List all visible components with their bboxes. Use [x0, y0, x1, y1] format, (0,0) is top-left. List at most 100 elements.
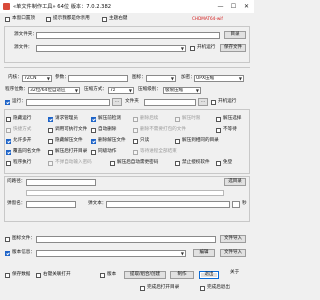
option-checkbox[interactable] — [216, 128, 221, 133]
option-label: 删除不需要打包的文件 — [140, 127, 186, 132]
version-info-checkbox[interactable] — [5, 251, 10, 256]
option-checkbox[interactable] — [48, 117, 53, 122]
source-file-label: 源文件： — [14, 45, 33, 50]
path-input[interactable] — [26, 179, 96, 186]
prompt-label: 提示我都是你亲用 — [53, 16, 90, 21]
maximize-icon[interactable]: ☐ — [229, 2, 238, 11]
browse-button[interactable]: 目录 — [224, 31, 246, 39]
option-checkbox[interactable] — [6, 139, 11, 144]
option-label: 免登 — [223, 160, 233, 165]
option-label: 禁止授权软件 — [182, 160, 210, 165]
option-label: 隐藏运行 — [13, 116, 32, 121]
option-checkbox[interactable] — [175, 117, 180, 122]
option-checkbox[interactable] — [175, 161, 180, 166]
icon-file-button[interactable]: 文件导入 — [220, 235, 246, 243]
open-after-checkbox[interactable] — [140, 286, 145, 291]
option-checkbox[interactable] — [216, 117, 221, 122]
option-label: 同级动作 — [98, 149, 117, 154]
make-button[interactable]: 提取/组合/创建 — [124, 271, 166, 279]
create-button[interactable]: 制作 — [170, 271, 194, 279]
icon-file-checkbox[interactable] — [5, 237, 10, 242]
core-select[interactable]: 7ZCN ▼ — [22, 75, 52, 82]
option-label: 不弹自动输入密码 — [55, 160, 92, 165]
icon-select[interactable]: ▼ — [146, 75, 176, 82]
option-checkbox[interactable] — [133, 128, 138, 133]
run-label: 运行： — [12, 99, 26, 104]
comment-input[interactable] — [106, 201, 230, 208]
folder-extra-button[interactable]: ... — [198, 98, 208, 106]
version-import-button[interactable]: 文件导入 — [220, 249, 246, 257]
method-select[interactable]: 7z ▼ — [108, 87, 134, 94]
option-checkbox[interactable] — [175, 139, 180, 144]
save-settings-label: 保存数据 — [12, 272, 31, 277]
path-button[interactable]: 选目录 — [224, 178, 246, 186]
option-checkbox[interactable] — [6, 150, 11, 155]
icon-file-input[interactable] — [36, 236, 216, 243]
option-checkbox[interactable] — [48, 139, 53, 144]
source-file-select[interactable]: ▼ — [36, 45, 186, 52]
option-label: 删除解压文件 — [98, 138, 126, 143]
chevron-down-icon: ▼ — [238, 76, 242, 81]
option-checkbox[interactable] — [91, 139, 96, 144]
interval-input[interactable] — [26, 201, 76, 208]
source-folder-label: 源文件夹： — [14, 32, 37, 37]
icon-label: 图标： — [132, 75, 146, 80]
icon-file-label: 图标文件： — [12, 236, 35, 241]
source-folder-input[interactable] — [36, 32, 220, 39]
run-hidden-label: 开机运行 — [218, 99, 237, 104]
divider — [4, 67, 250, 68]
option-checkbox[interactable] — [48, 128, 53, 133]
option-checkbox[interactable] — [91, 150, 96, 155]
chevron-down-icon: ▼ — [74, 88, 78, 93]
save-settings-checkbox[interactable] — [5, 273, 10, 278]
params-label: 参数： — [55, 75, 69, 80]
option-checkbox[interactable] — [133, 139, 138, 144]
version-checkbox[interactable] — [100, 273, 105, 278]
level-value: 极限压缩 — [165, 88, 183, 93]
startup-checkbox[interactable] — [190, 46, 195, 51]
option-checkbox[interactable] — [6, 161, 11, 166]
option-checkbox[interactable] — [91, 128, 96, 133]
about-link[interactable]: 关于 — [230, 270, 239, 276]
path-textarea[interactable] — [26, 190, 224, 196]
save-config-button[interactable]: 保存文件 — [220, 44, 246, 52]
close-after-checkbox[interactable] — [200, 286, 205, 291]
seconds-input[interactable] — [232, 201, 240, 208]
params-input[interactable] — [68, 75, 128, 82]
option-checkbox[interactable] — [6, 117, 11, 122]
option-label: 调用可执行文件 — [55, 127, 88, 132]
minimize-icon[interactable]: — — [216, 2, 225, 11]
option-checkbox[interactable] — [6, 128, 11, 133]
chevron-down-icon: ▼ — [180, 251, 184, 256]
bits-select[interactable]: 32位/64位自适应 ▼ — [28, 87, 80, 94]
option-checkbox[interactable] — [133, 117, 138, 122]
always-on-top-checkbox[interactable] — [5, 17, 10, 22]
level-select[interactable]: 极限压缩 ▼ — [163, 87, 201, 94]
exit-button[interactable]: 退出 — [199, 271, 219, 279]
option-checkbox[interactable] — [216, 161, 221, 166]
run-extra-button[interactable]: ... — [112, 98, 122, 106]
prompt-checkbox[interactable] — [46, 17, 51, 22]
run-checkbox[interactable] — [5, 100, 10, 105]
option-checkbox[interactable] — [133, 150, 138, 155]
run-hidden-checkbox[interactable] — [211, 100, 216, 105]
version-info-select[interactable]: ▼ — [36, 250, 186, 257]
option-label: 解压到相同的目录 — [182, 138, 219, 143]
option-checkbox[interactable] — [48, 161, 53, 166]
theme-checkbox[interactable] — [102, 17, 107, 22]
close-icon[interactable]: ✕ — [242, 2, 251, 11]
option-checkbox[interactable] — [48, 150, 53, 155]
option-label: 不等待 — [223, 127, 237, 132]
option-label: 请求管理员 — [55, 116, 78, 121]
run-input[interactable] — [26, 99, 110, 106]
option-checkbox[interactable] — [110, 161, 115, 166]
version-edit-button[interactable]: 编辑 — [193, 249, 215, 257]
startup-label: 开机运行 — [197, 45, 216, 50]
encrypt-select[interactable]: UPX压缩 ▼ — [194, 75, 244, 82]
option-checkbox[interactable] — [91, 117, 96, 122]
folder-input[interactable] — [144, 99, 196, 106]
comment-label: 弹文本： — [88, 201, 107, 206]
context-menu-checkbox[interactable] — [36, 273, 41, 278]
method-value: 7z — [110, 88, 116, 93]
option-label: 解压前检测 — [98, 116, 121, 121]
